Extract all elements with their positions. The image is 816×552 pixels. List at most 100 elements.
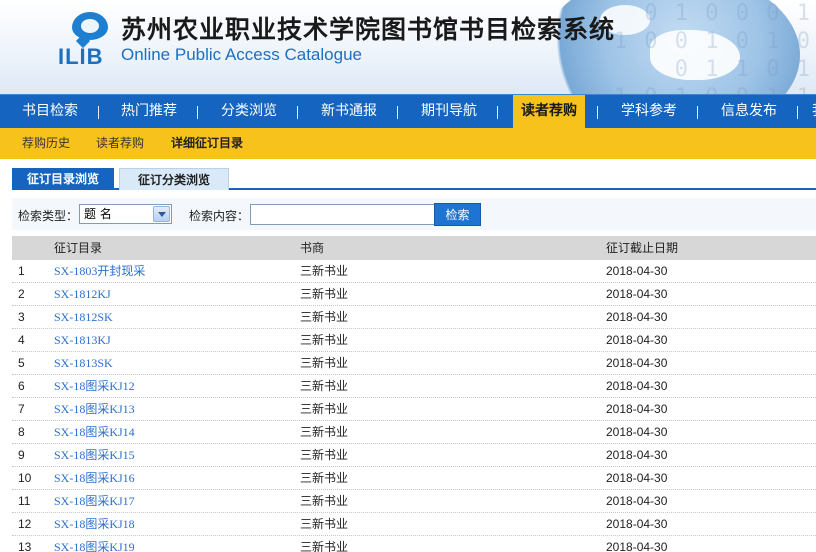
row-number: 13 <box>18 540 32 552</box>
row-number: 4 <box>18 333 25 347</box>
row-number: 8 <box>18 425 25 439</box>
deadline-date: 2018-04-30 <box>606 264 668 278</box>
row-number: 9 <box>18 448 25 462</box>
nav-separator <box>697 106 698 119</box>
vendor-name: 三新书业 <box>300 333 349 347</box>
table-row: 2 SX-1812KJ 三新书业 2018-04-30 <box>12 283 816 306</box>
deadline-date: 2018-04-30 <box>606 402 668 416</box>
table-row: 13 SX-18图采KJ19 三新书业 2018-04-30 <box>12 536 816 552</box>
table-row: 12 SX-18图采KJ18 三新书业 2018-04-30 <box>12 513 816 536</box>
vendor-name: 三新书业 <box>300 494 349 508</box>
catalog-link[interactable]: SX-18图采KJ19 <box>54 536 135 552</box>
nav-separator <box>197 106 198 119</box>
deadline-date: 2018-04-30 <box>606 494 668 508</box>
vendor-name: 三新书业 <box>300 310 349 324</box>
deadline-date: 2018-04-30 <box>606 333 668 347</box>
nav-separator <box>397 106 398 119</box>
catalog-link[interactable]: SX-18图采KJ18 <box>54 513 135 536</box>
nav-item-catalog-search[interactable]: 书目检索 <box>22 95 78 129</box>
table-row: 8 SX-18图采KJ14 三新书业 2018-04-30 <box>12 421 816 444</box>
table-row: 11 SX-18图采KJ17 三新书业 2018-04-30 <box>12 490 816 513</box>
table-row: 4 SX-1813KJ 三新书业 2018-04-30 <box>12 329 816 352</box>
vendor-name: 三新书业 <box>300 379 349 393</box>
nav-item-my-library[interactable]: 我 <box>812 95 816 129</box>
site-header: 0 1 0 0 0 1 1 0 0 1 0 1 0 0 1 1 0 1 1 0 … <box>0 0 816 94</box>
deadline-date: 2018-04-30 <box>606 425 668 439</box>
table-header: 征订目录 书商 征订截止日期 <box>12 236 816 260</box>
catalog-link[interactable]: SX-1803开封现采 <box>54 260 145 283</box>
vendor-name: 三新书业 <box>300 402 349 416</box>
table-row: 5 SX-1813SK 三新书业 2018-04-30 <box>12 352 816 375</box>
catalog-link[interactable]: SX-18图采KJ13 <box>54 398 135 421</box>
tab-category-browse[interactable]: 征订分类浏览 <box>119 168 229 190</box>
deadline-date: 2018-04-30 <box>606 356 668 370</box>
table-row: 9 SX-18图采KJ15 三新书业 2018-04-30 <box>12 444 816 467</box>
deadline-date: 2018-04-30 <box>606 379 668 393</box>
subnav-item-history[interactable]: 荐购历史 <box>22 128 70 159</box>
search-content-label: 检索内容： <box>189 209 250 223</box>
catalog-link[interactable]: SX-1813KJ <box>54 329 111 352</box>
nav-item-subject-reference[interactable]: 学科参考 <box>621 95 677 129</box>
nav-item-journals[interactable]: 期刊导航 <box>421 95 477 129</box>
nav-item-classification[interactable]: 分类浏览 <box>221 95 277 129</box>
catalog-tabs: 征订目录浏览 征订分类浏览 <box>12 168 816 190</box>
sub-nav: 荐购历史 读者荐购 详细征订目录 <box>0 128 816 159</box>
vendor-name: 三新书业 <box>300 540 349 552</box>
subnav-item-order-catalog[interactable]: 详细征订目录 <box>171 128 243 159</box>
catalog-link[interactable]: SX-1812SK <box>54 306 113 329</box>
table-row: 3 SX-1812SK 三新书业 2018-04-30 <box>12 306 816 329</box>
table-body: 1 SX-1803开封现采三新书业 2018-04-30 2 SX-1812KJ 三新书业… <box>12 260 816 552</box>
table-row: 7 SX-18图采KJ13 三新书业 2018-04-30 <box>12 398 816 421</box>
deadline-date: 2018-04-30 <box>606 287 668 301</box>
ilib-logo[interactable]: ILIB <box>58 8 118 78</box>
row-number: 12 <box>18 517 32 531</box>
catalog-link[interactable]: SX-1813SK <box>54 352 113 375</box>
column-header-deadline[interactable]: 征订截止日期 <box>606 236 678 260</box>
deadline-date: 2018-04-30 <box>606 471 668 485</box>
row-number: 5 <box>18 356 25 370</box>
deadline-date: 2018-04-30 <box>606 310 668 324</box>
row-number: 1 <box>18 264 25 278</box>
nav-item-reader-recommend[interactable]: 读者荐购 <box>513 95 585 129</box>
logo-text: ILIB <box>58 44 104 69</box>
catalog-link[interactable]: SX-18图采KJ15 <box>54 444 135 467</box>
search-bar: 检索类型： 题 名 检索内容： 检索 <box>12 198 816 230</box>
nav-item-new-books[interactable]: 新书通报 <box>321 95 377 129</box>
tab-catalog-browse[interactable]: 征订目录浏览 <box>12 168 114 190</box>
search-button[interactable]: 检索 <box>434 203 481 226</box>
vendor-name: 三新书业 <box>300 425 349 439</box>
nav-separator <box>597 106 598 119</box>
site-title: 苏州农业职业技术学院图书馆书目检索系统 <box>121 15 616 44</box>
catalog-link[interactable]: SX-18图采KJ17 <box>54 490 135 513</box>
row-number: 10 <box>18 471 32 485</box>
deadline-date: 2018-04-30 <box>606 448 668 462</box>
vendor-name: 三新书业 <box>300 517 349 531</box>
table-row: 6 SX-18图采KJ12 三新书业 2018-04-30 <box>12 375 816 398</box>
binary-decoration: 0 1 0 0 0 1 1 0 0 1 0 1 0 0 1 1 0 1 1 0 … <box>613 1 812 94</box>
vendor-name: 三新书业 <box>300 471 349 485</box>
chevron-down-icon[interactable] <box>153 206 170 222</box>
nav-item-announcements[interactable]: 信息发布 <box>721 95 777 129</box>
search-type-value: 题 名 <box>84 207 112 221</box>
nav-item-popular[interactable]: 热门推荐 <box>121 95 177 129</box>
vendor-name: 三新书业 <box>300 356 349 370</box>
nav-separator <box>797 106 798 119</box>
catalog-link[interactable]: SX-1812KJ <box>54 283 111 306</box>
order-catalog-table: 征订目录 书商 征订截止日期 1 SX-1803开封现采三新书业 2018-04-3… <box>12 236 816 552</box>
site-subtitle: Online Public Access Catalogue <box>121 45 362 64</box>
catalog-link[interactable]: SX-18图采KJ14 <box>54 421 135 444</box>
row-number: 2 <box>18 287 25 301</box>
search-type-select[interactable]: 题 名 <box>79 204 172 224</box>
column-header-vendor[interactable]: 书商 <box>300 236 324 260</box>
nav-separator <box>297 106 298 119</box>
vendor-name: 三新书业 <box>300 448 349 462</box>
subnav-item-reader-recommend[interactable]: 读者荐购 <box>96 128 144 159</box>
column-header-catalog[interactable]: 征订目录 <box>54 236 102 260</box>
nav-separator <box>98 106 99 119</box>
main-nav: 书目检索 热门推荐 分类浏览 新书通报 期刊导航 读者荐购 学科参考 信息发布 … <box>0 94 816 129</box>
catalog-link[interactable]: SX-18图采KJ16 <box>54 467 135 490</box>
row-number: 11 <box>18 494 31 508</box>
catalog-link[interactable]: SX-18图采KJ12 <box>54 375 135 398</box>
search-type-label: 检索类型： <box>18 209 79 223</box>
search-input[interactable] <box>250 204 435 225</box>
